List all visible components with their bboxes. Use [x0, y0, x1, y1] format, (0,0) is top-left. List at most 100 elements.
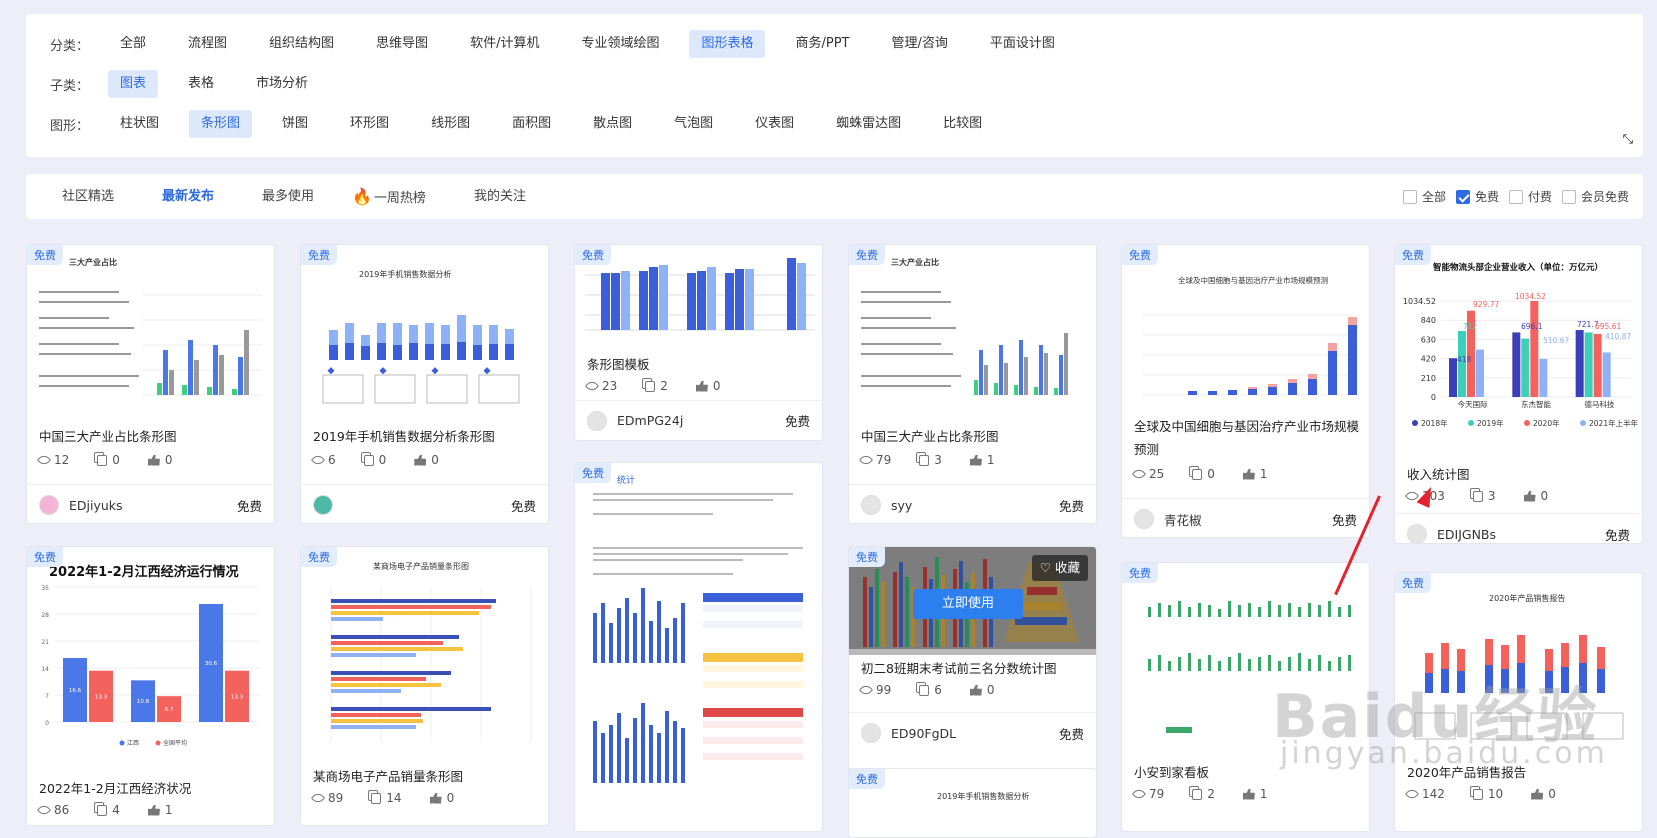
- template-card[interactable]: 免费 立即使用 ♡ 收藏 初二8班期末考试前三名分数统计图 99 6 0 ED9…: [848, 546, 1097, 778]
- card-title[interactable]: 某商场电子产品销量条形图: [313, 765, 538, 789]
- author-name[interactable]: EDmPG24j: [617, 413, 785, 428]
- subcategory-market[interactable]: 市场分析: [244, 70, 320, 98]
- shape-ring[interactable]: 环形图: [338, 110, 401, 138]
- avatar[interactable]: [861, 495, 881, 515]
- check-all[interactable]: 全部: [1402, 188, 1446, 205]
- copies: 3: [919, 453, 942, 467]
- card-title[interactable]: 2019年手机销售数据分析条形图: [313, 425, 538, 449]
- checkbox-icon: [1561, 189, 1576, 204]
- thumb-title: 2019年手机销售数据分析: [937, 792, 1030, 801]
- shape-column[interactable]: 柱状图: [108, 110, 171, 138]
- shape-bubble[interactable]: 气泡图: [662, 110, 725, 138]
- tab-weekly-hot[interactable]: 🔥 一周热榜: [352, 174, 426, 219]
- likes-count: 0: [712, 379, 721, 393]
- avatar[interactable]: [1407, 524, 1427, 543]
- category-business[interactable]: 商务/PPT: [783, 30, 861, 58]
- check-paid[interactable]: 付费: [1508, 188, 1552, 205]
- expand-icon[interactable]: ⤡: [1623, 132, 1633, 147]
- likes-count: 0: [1540, 489, 1549, 503]
- author-name[interactable]: EDjiyuks: [69, 498, 237, 513]
- category-software[interactable]: 软件/计算机: [458, 30, 551, 58]
- favorite-button[interactable]: ♡ 收藏: [1031, 555, 1088, 581]
- avatar[interactable]: [39, 495, 59, 515]
- check-member[interactable]: 会员免费: [1561, 188, 1629, 205]
- bar: [1602, 352, 1611, 397]
- shape-line[interactable]: 线形图: [419, 110, 482, 138]
- likes: 1: [969, 453, 995, 467]
- card-stats: 25 0 1: [1131, 466, 1268, 482]
- author-name[interactable]: syy: [891, 498, 1059, 513]
- template-card[interactable]: 免费 2022年1-2月江西经济运行情况 35 28 21 14 7 0 16.6 13.3 1…: [26, 546, 275, 826]
- category-professional[interactable]: 专业领域绘图: [569, 30, 671, 58]
- card-stats: 12 0 0: [36, 452, 173, 468]
- card-title[interactable]: 全球及中国细胞与基因治疗产业市场规模预测: [1134, 415, 1359, 461]
- y-tick-label: 840: [1421, 316, 1436, 325]
- author-name[interactable]: ED90FgDL: [891, 726, 1059, 741]
- y-tick-label: 14: [41, 666, 49, 673]
- subcategory-chart[interactable]: 图表: [108, 70, 159, 98]
- avatar[interactable]: [313, 495, 333, 515]
- template-card[interactable]: 免费 三大产业占比 中国三大产业占比条形图 79 3 1 syy 免费: [848, 244, 1097, 524]
- thumb-title: 全球及中国细胞与基因治疗产业市场规模预测: [1178, 276, 1328, 285]
- legend-marker: [1524, 420, 1530, 426]
- category-charts[interactable]: 图形表格: [689, 30, 766, 58]
- author-name[interactable]: 青花椒: [1164, 510, 1332, 529]
- shape-bar[interactable]: 条形图: [189, 110, 253, 138]
- card-title[interactable]: 条形图模板: [587, 353, 812, 377]
- template-card[interactable]: 免费 三大产业占比 中国三大产业占比条形图 12 0 0 EDjiyuks 免费: [26, 244, 275, 524]
- author-name[interactable]: EDIJGNBs: [1437, 527, 1605, 542]
- tab-latest[interactable]: 最新发布: [162, 174, 214, 219]
- data-label: 510.67: [1543, 336, 1569, 345]
- free-badge: 免费: [1395, 245, 1431, 265]
- category-org[interactable]: 组织结构图: [257, 30, 346, 58]
- card-title[interactable]: 收入统计图: [1407, 463, 1632, 487]
- copies-count: 10: [1487, 787, 1504, 801]
- views-count: 99: [876, 683, 892, 697]
- card-title[interactable]: 2022年1-2月江西经济状况: [39, 777, 264, 801]
- tab-most-used[interactable]: 最多使用: [262, 174, 314, 219]
- category-graphic[interactable]: 平面设计图: [978, 30, 1067, 58]
- check-free[interactable]: 免费: [1455, 188, 1499, 205]
- template-card[interactable]: 免费 条形图模板 23 2 0: [574, 244, 823, 412]
- price-label: 免费: [1058, 726, 1084, 742]
- copies-count: 0: [1207, 467, 1215, 481]
- favorite-label: 收藏: [1054, 560, 1080, 575]
- bar: [1521, 338, 1530, 397]
- card-title[interactable]: 中国三大产业占比条形图: [861, 425, 1086, 449]
- tab-community[interactable]: 社区精选: [62, 174, 114, 219]
- template-card[interactable]: 免费 统计: [574, 462, 823, 832]
- template-card[interactable]: 免费 某商场电子产品销量条形图 某商场电子产品销量条形图 89 14 0: [300, 546, 549, 826]
- y-tick-label: 0: [1431, 393, 1436, 402]
- template-card[interactable]: 免费 2019年手机销售数据分析 2019年手机销售数据分析条形图 6 0 0 …: [300, 244, 549, 524]
- y-tick-label: 210: [1421, 374, 1436, 383]
- avatar[interactable]: [587, 410, 607, 431]
- price-label: 免费: [510, 498, 536, 514]
- check-paid-label: 付费: [1527, 190, 1552, 204]
- thumbs-up-icon: [1242, 468, 1255, 480]
- likes-count: 0: [164, 453, 173, 467]
- shape-scatter[interactable]: 散点图: [581, 110, 644, 138]
- template-card[interactable]: 免费 2019年手机销售数据分析: [848, 768, 1097, 838]
- category-management[interactable]: 管理/咨询: [879, 30, 959, 58]
- thumb-chart: [593, 493, 803, 783]
- shape-radar[interactable]: 蜘蛛雷达图: [824, 110, 913, 138]
- category-all[interactable]: 全部: [108, 30, 158, 58]
- shape-compare[interactable]: 比较图: [931, 110, 994, 138]
- avatar[interactable]: [1134, 509, 1154, 529]
- likes: 1: [147, 803, 173, 817]
- subcategory-table[interactable]: 表格: [176, 70, 226, 98]
- shape-area[interactable]: 面积图: [500, 110, 563, 138]
- category-mindmap[interactable]: 思维导图: [364, 30, 440, 58]
- likes: 0: [429, 791, 454, 805]
- views: 79: [858, 452, 891, 468]
- card-title[interactable]: 初二8班期末考试前三名分数统计图: [861, 657, 1086, 681]
- eye-icon: [584, 378, 600, 394]
- category-flowchart[interactable]: 流程图: [176, 30, 239, 58]
- tab-following[interactable]: 我的关注: [474, 174, 526, 219]
- template-card[interactable]: 免费 全球及中国细胞与基因治疗产业市场规模预测 全球及中国细胞与基因治疗产业市场…: [1121, 244, 1370, 538]
- shape-gauge[interactable]: 仪表图: [743, 110, 806, 138]
- card-title[interactable]: 中国三大产业占比条形图: [39, 425, 264, 449]
- shape-pie[interactable]: 饼图: [270, 110, 320, 138]
- avatar[interactable]: [861, 723, 881, 743]
- use-now-button[interactable]: 立即使用: [913, 589, 1023, 619]
